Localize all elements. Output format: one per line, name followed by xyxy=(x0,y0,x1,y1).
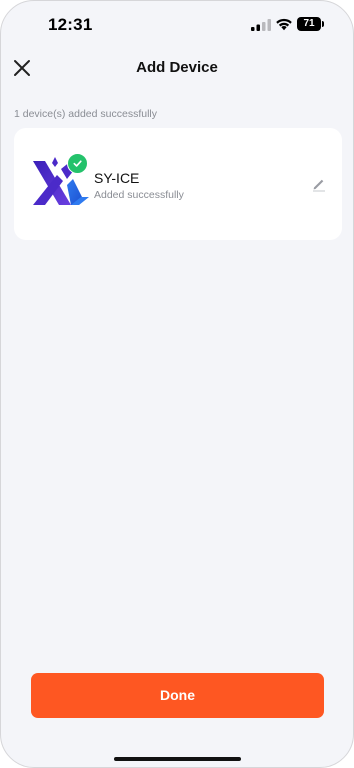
signal-icon xyxy=(251,19,271,31)
device-status: Added successfully xyxy=(94,189,184,201)
edit-pencil-icon xyxy=(313,179,325,192)
home-indicator xyxy=(114,757,241,761)
phone-screen: 12:31 71 Add Device 1 device(s) added su… xyxy=(0,0,354,768)
check-badge-icon xyxy=(67,153,88,174)
device-name: SY-ICE xyxy=(94,170,140,186)
battery-tip xyxy=(322,21,324,27)
edit-device-button[interactable] xyxy=(310,175,328,193)
success-summary: 1 device(s) added successfully xyxy=(14,108,157,120)
wifi-icon xyxy=(276,18,292,31)
done-button[interactable]: Done xyxy=(31,673,324,718)
page-title: Add Device xyxy=(136,59,218,76)
status-bar: 12:31 71 xyxy=(1,1,353,49)
battery-level: 71 xyxy=(297,17,321,31)
device-card: SY-ICE Added successfully xyxy=(14,128,342,240)
status-time: 12:31 xyxy=(48,15,93,34)
battery-icon: 71 xyxy=(297,17,325,31)
